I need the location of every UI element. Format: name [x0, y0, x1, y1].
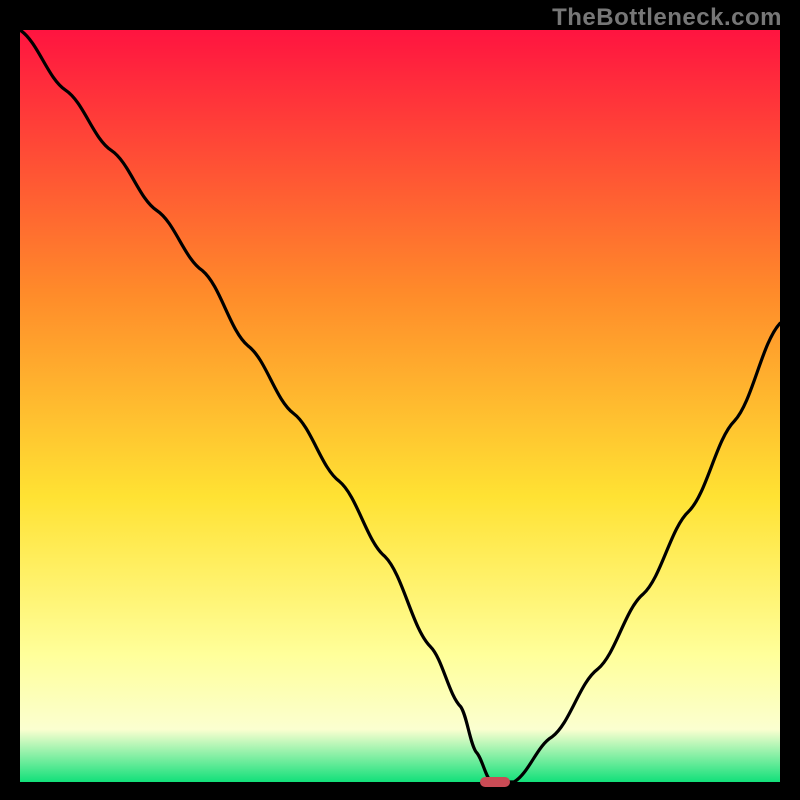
gradient-background: [20, 30, 780, 782]
chart-frame: TheBottleneck.com: [0, 0, 800, 800]
plot-area: [20, 30, 780, 782]
optimal-marker: [480, 777, 510, 786]
attribution-label: TheBottleneck.com: [552, 4, 782, 32]
bottleneck-chart: [20, 30, 780, 782]
